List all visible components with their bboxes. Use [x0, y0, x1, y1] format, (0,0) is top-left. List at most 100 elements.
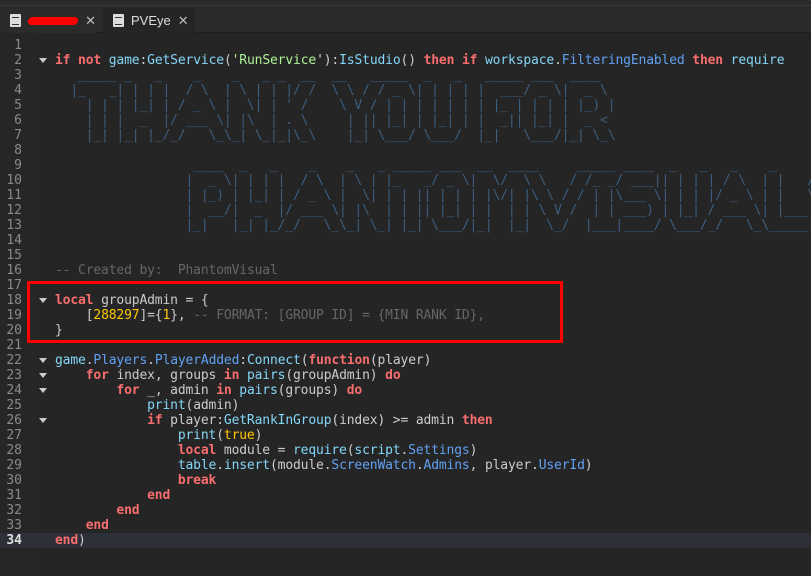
- code-line[interactable]: 1: [0, 38, 811, 53]
- token-code-text: player:: [170, 413, 224, 428]
- code-line[interactable]: 23 for index, groups in pairs(groupAdmin…: [0, 368, 811, 383]
- code-content: | _ \| | | | / \ | \ | |_ _/ _ \| \/ \ \…: [55, 173, 811, 188]
- line-number: 32: [6, 503, 22, 518]
- token-builtin: workspace: [484, 53, 555, 68]
- token-builtin: game: [108, 53, 140, 68]
- token-keyword: in: [223, 368, 247, 383]
- token-code-text: _, admin: [147, 383, 217, 398]
- token-code-text: (module.: [269, 458, 332, 473]
- token-code-text: [55, 383, 116, 398]
- token-builtin: require: [292, 443, 347, 458]
- code-line[interactable]: 16 -- Created by: PhantomVisual: [0, 263, 811, 278]
- code-line[interactable]: 6 | | | _ |/ ___ \| |\ | . \ | || |_| | …: [0, 113, 811, 128]
- token-builtin: Connect: [246, 353, 301, 368]
- token-code-text: (player): [369, 353, 432, 368]
- token-keyword: end: [55, 533, 79, 548]
- line-number: 24: [6, 383, 22, 398]
- token-code-text: index, groups: [116, 368, 224, 383]
- line-number: 11: [6, 188, 22, 203]
- token-builtin: pairs: [246, 368, 286, 383]
- token-number: true: [223, 428, 255, 443]
- code-line[interactable]: 14: [0, 233, 811, 248]
- code-line[interactable]: 22 game.Players.PlayerAdded:Connect(funct…: [0, 353, 811, 368]
- code-content: print(true): [55, 428, 811, 443]
- token-code-text: ): [469, 443, 478, 458]
- code-content: | | | |_| | / _ \ | \| | ' / \ V / | | |…: [55, 98, 811, 113]
- fold-arrow-icon[interactable]: [39, 358, 47, 363]
- token-ascii-art: ____ _ _ _ _ _ _____ ___ __ ____ _____ _…: [55, 158, 811, 173]
- token-code-text: (index) >= admin: [331, 413, 462, 428]
- line-number: 12: [6, 203, 22, 218]
- token-keyword: function: [308, 353, 370, 368]
- line-number: 8: [14, 143, 22, 158]
- line-number: 14: [6, 233, 22, 248]
- line-number: 31: [6, 488, 22, 503]
- code-line[interactable]: 13 |_| |_| |_/_/ \_\_| \_| |_| \___/|_| …: [0, 218, 811, 233]
- tab-script-redacted[interactable]: ✕: [0, 8, 96, 33]
- token-keyword: in: [216, 383, 240, 398]
- code-line[interactable]: 28 local module = require(script.Setting…: [0, 443, 811, 458]
- code-content: for _, admin in pairs(groups) do: [55, 383, 811, 398]
- code-line[interactable]: 11 | |_) | |_| | / _ \ | \| | | || | | |…: [0, 188, 811, 203]
- code-content: print(admin): [55, 398, 811, 413]
- line-number: 15: [6, 248, 22, 263]
- code-line[interactable]: 8: [0, 143, 811, 158]
- line-number: 7: [14, 128, 22, 143]
- token-keyword: end: [147, 488, 171, 503]
- fold-arrow-icon[interactable]: [39, 388, 47, 393]
- line-number: 17: [6, 278, 22, 293]
- fold-arrow-icon[interactable]: [39, 58, 47, 63]
- token-ascii-art: |_| |_| |_/_/ \_\_| \_| |_| \___/|_| |_|…: [55, 218, 811, 233]
- token-code-text: [55, 443, 178, 458]
- token-builtin: script: [354, 443, 401, 458]
- code-line[interactable]: 7 |_| |_| |_/_/ \_\_| \_|_|\_\ |_| \___/…: [0, 128, 811, 143]
- code-content: |_| |_| |_/_/ \_\_| \_|_|\_\ |_| \___/ \…: [55, 128, 811, 143]
- token-builtin: insert: [223, 458, 270, 473]
- code-line[interactable]: 5 | | | |_| | / _ \ | \| | ' / \ V / | |…: [0, 98, 811, 113]
- token-builtin: require: [730, 53, 785, 68]
- code-content: break: [55, 473, 811, 488]
- close-tab-icon[interactable]: ✕: [178, 13, 189, 29]
- code-line[interactable]: 9 ____ _ _ _ _ _ _____ ___ __ ____ _____…: [0, 158, 811, 173]
- close-tab-icon[interactable]: ✕: [85, 13, 96, 29]
- token-property: UserId: [538, 458, 585, 473]
- code-line[interactable]: 26 if player:GetRankInGroup(index) >= ad…: [0, 413, 811, 428]
- token-code-text: [55, 458, 178, 473]
- code-content: _____ _ _ _ _ _ _ __ __ _____ _ _ _____ …: [55, 68, 811, 83]
- code-line[interactable]: 24 for _, admin in pairs(groups) do: [0, 383, 811, 398]
- token-keyword: if not: [55, 53, 109, 68]
- code-content: end: [55, 518, 811, 533]
- code-content: |_| |_| |_/_/ \_\_| \_| |_| \___/|_| |_|…: [55, 218, 811, 233]
- code-content: game.Players.PlayerAdded:Connect(functio…: [55, 353, 811, 368]
- token-code-text: :: [139, 53, 148, 68]
- code-line[interactable]: 10 | _ \| | | | / \ | \ | |_ _/ _ \| \/ …: [0, 173, 811, 188]
- code-line[interactable]: 27 print(true): [0, 428, 811, 443]
- code-line[interactable]: 32 end: [0, 503, 811, 518]
- code-line[interactable]: 2 if not game:GetService('RunService'):Is…: [0, 53, 811, 68]
- code-content: -- Created by: PhantomVisual: [55, 263, 811, 278]
- code-line[interactable]: 4 |_ _| | | | / \ | \ | | |/ / \ \ / / _…: [0, 83, 811, 98]
- code-line[interactable]: 25 print(admin): [0, 398, 811, 413]
- code-line[interactable]: 33 end: [0, 518, 811, 533]
- code-line[interactable]: 30 break: [0, 473, 811, 488]
- code-line[interactable]: 3 _____ _ _ _ _ _ _ __ __ _____ _ _ ____…: [0, 68, 811, 83]
- line-number: 20: [6, 323, 22, 338]
- token-code-text: [55, 368, 86, 383]
- code-content: | |_) | |_| | / _ \ | \| | | || | | | |\…: [55, 188, 811, 203]
- code-line[interactable]: 15: [0, 248, 811, 263]
- fold-arrow-icon[interactable]: [39, 373, 47, 378]
- line-number: 16: [6, 263, 22, 278]
- code-content: |_ _| | | | / \ | \ | | |/ / \ \ / / _ \…: [55, 83, 811, 98]
- line-number: 27: [6, 428, 22, 443]
- token-property: ScreenWatch: [331, 458, 416, 473]
- token-ascii-art: | __/| _ |/ ___ \| |\ | | || |_| | | | |…: [55, 203, 811, 218]
- code-line[interactable]: 12 | __/| _ |/ ___ \| |\ | | || |_| | | …: [0, 203, 811, 218]
- tab-pveye[interactable]: PVEye ✕: [103, 8, 195, 33]
- code-content: if player:GetRankInGroup(index) >= admin…: [55, 413, 811, 428]
- code-line[interactable]: 34 end): [0, 533, 811, 548]
- token-code-text: [55, 473, 178, 488]
- code-line[interactable]: 29 table.insert(module.ScreenWatch.Admin…: [0, 458, 811, 473]
- line-number: 30: [6, 473, 22, 488]
- fold-arrow-icon[interactable]: [39, 418, 47, 423]
- code-line[interactable]: 31 end: [0, 488, 811, 503]
